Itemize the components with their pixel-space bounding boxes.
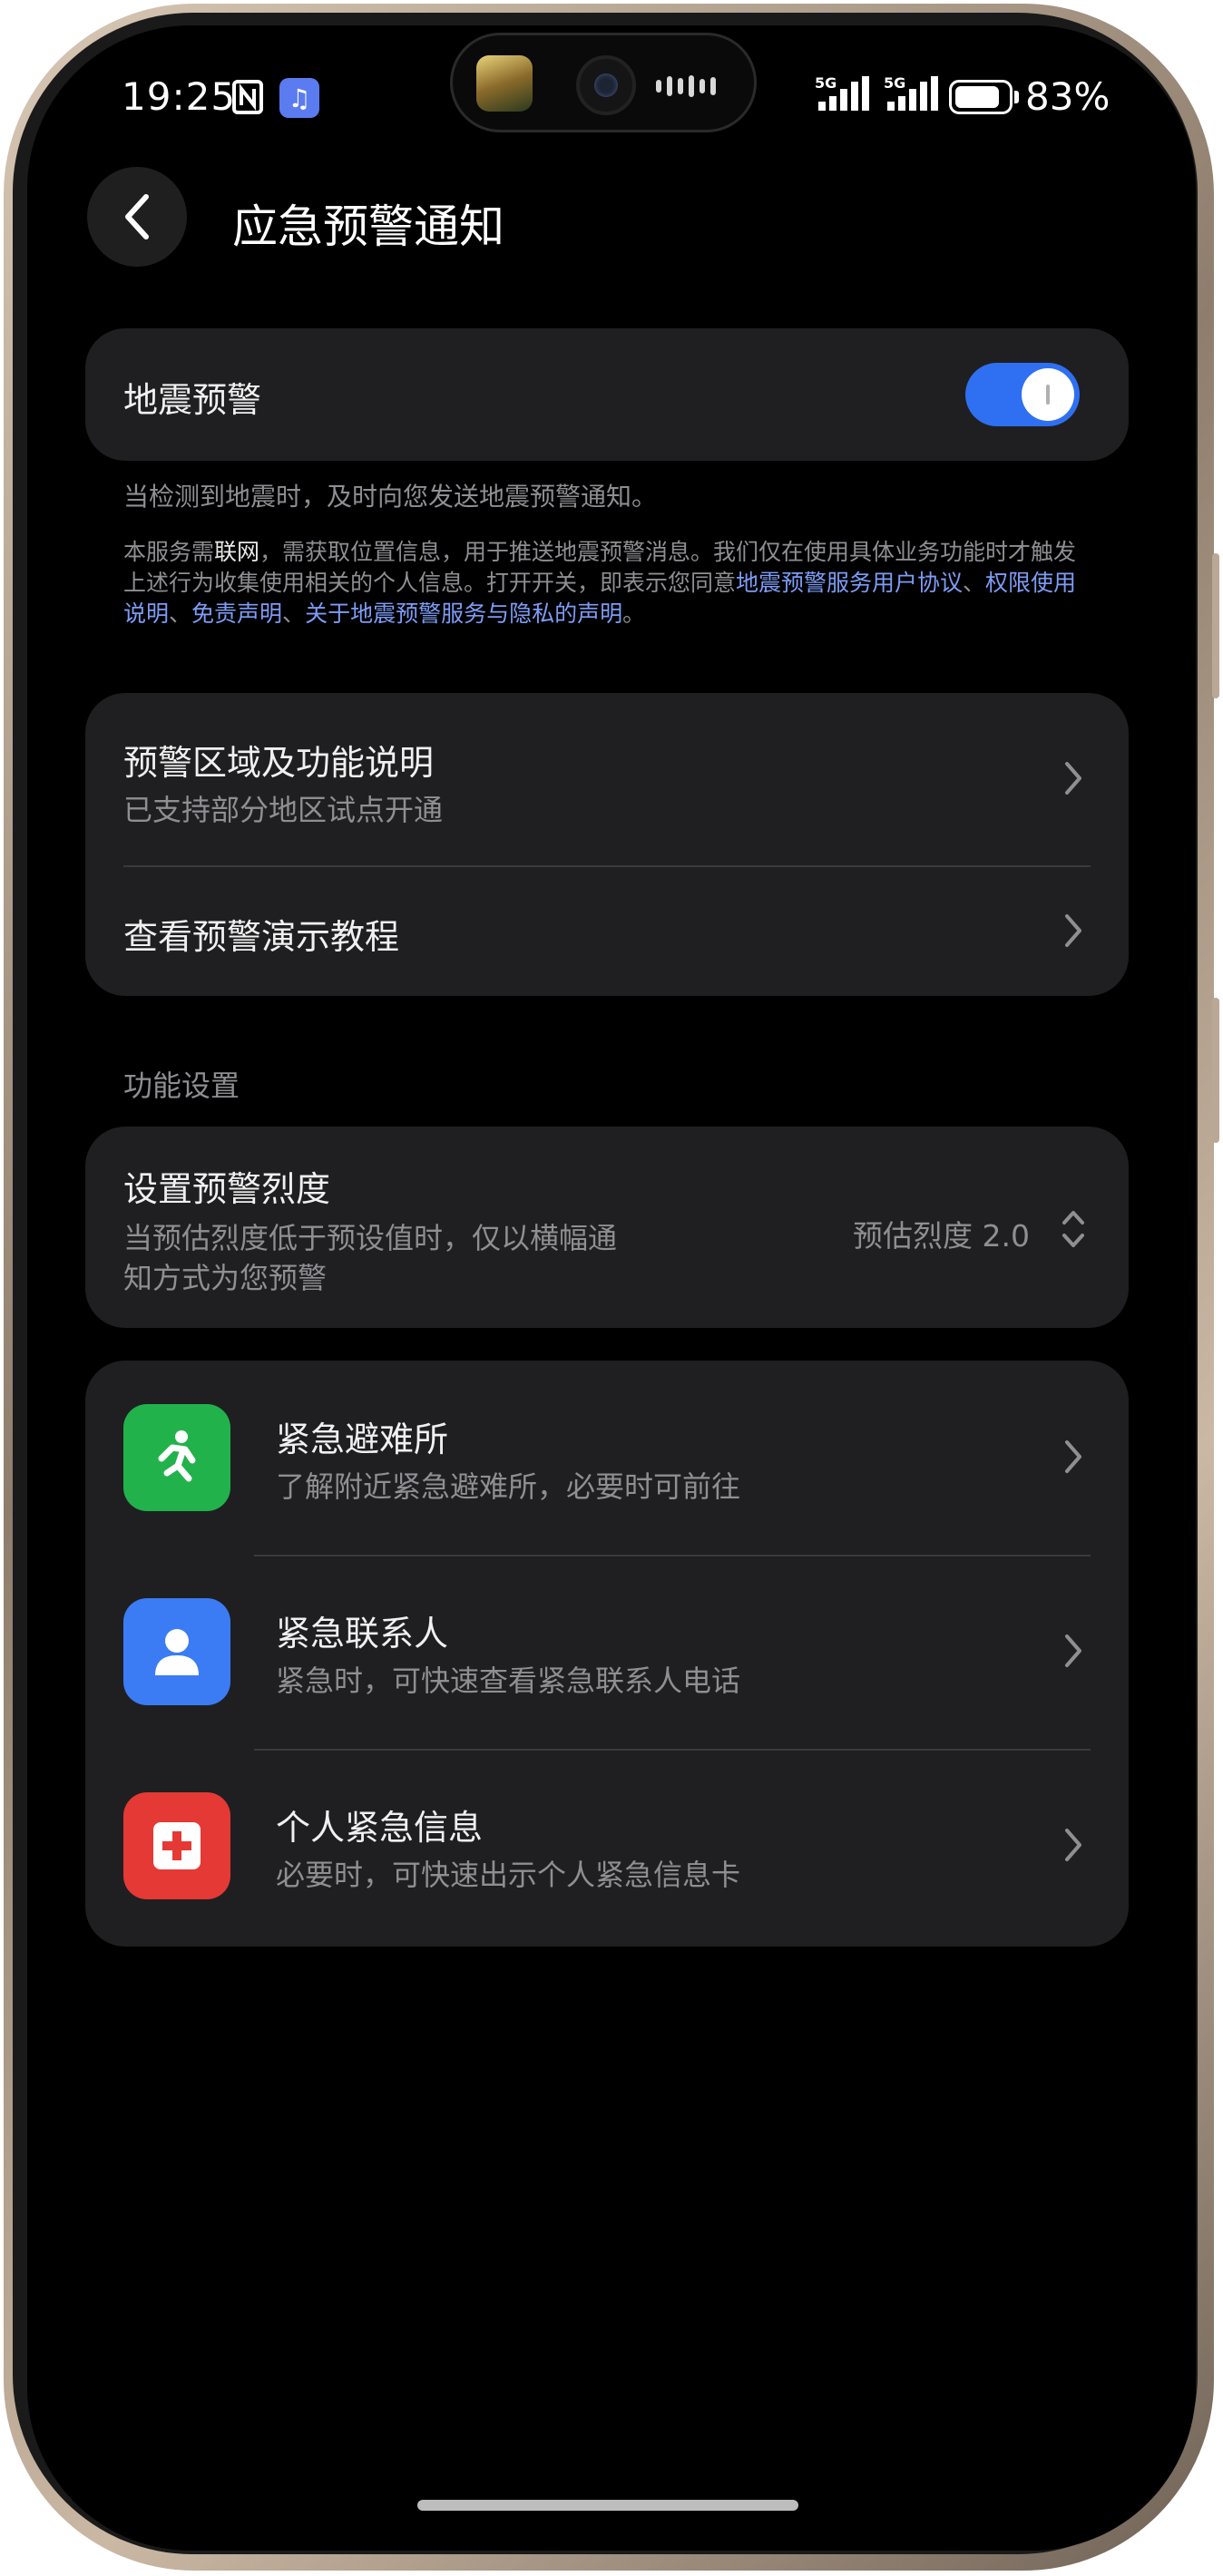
row-subtitle: 了解附近紧急避难所，必要时可前往 <box>276 1469 741 1504</box>
demo-tutorial-row[interactable]: 查看预警演示教程 <box>85 867 1129 996</box>
status-time: 19:25 <box>122 74 237 119</box>
person-icon <box>123 1598 230 1705</box>
volume-down-button <box>1212 998 1219 1143</box>
legal-text: 。 <box>622 600 646 627</box>
row-title: 紧急避难所 <box>276 1420 449 1459</box>
emergency-shelter-row[interactable]: 紧急避难所 了解附近紧急避难所，必要时可前往 <box>85 1361 1129 1555</box>
emergency-contact-row[interactable]: 紧急联系人 紧急时，可快速查看紧急联系人电话 <box>85 1556 1129 1749</box>
battery-tip <box>1014 91 1019 103</box>
row-title: 预警区域及功能说明 <box>123 743 435 783</box>
row-title: 紧急联系人 <box>276 1614 449 1654</box>
earthquake-warning-toggle[interactable] <box>965 363 1080 426</box>
nfc-icon <box>232 80 263 114</box>
medical-cross-icon <box>123 1792 230 1899</box>
intensity-card[interactable]: 设置预警烈度 当预估烈度低于预设值时，仅以横幅通 知方式为您预警 预估烈度 2.… <box>85 1127 1129 1328</box>
audio-wave-icon <box>656 75 716 97</box>
signal-strength-2: 5G <box>884 74 947 114</box>
row-subtitle: 紧急时，可快速查看紧急联系人电话 <box>276 1664 741 1698</box>
chevron-right-icon <box>1065 1634 1081 1667</box>
info-card: 预警区域及功能说明 已支持部分地区试点开通 查看预警演示教程 <box>85 693 1129 996</box>
running-person-icon <box>123 1404 230 1511</box>
signal-strength-1: 5G <box>815 74 878 114</box>
warning-area-row[interactable]: 预警区域及功能说明 已支持部分地区试点开通 <box>85 693 1129 865</box>
intensity-value: 预估烈度 2.0 <box>853 1218 1030 1254</box>
user-agreement-link[interactable]: 地震预警服务用户协议 <box>736 570 963 596</box>
disclaimer-link[interactable]: 免责声明 <box>191 600 282 627</box>
screen: 19:25 ♫ 5G 5G 83% 应急预警通知 地震预警 当检测到地震时，及时… <box>27 25 1196 2551</box>
intensity-subtitle-line2: 知方式为您预警 <box>123 1261 328 1295</box>
home-indicator[interactable] <box>417 2500 798 2511</box>
volume-up-button <box>1212 553 1219 698</box>
row-title: 查看预警演示教程 <box>123 917 400 957</box>
front-camera <box>576 55 636 115</box>
legal-text: 本服务需 <box>123 539 215 565</box>
now-playing-artwork[interactable] <box>476 55 533 112</box>
toggle-knob <box>1022 368 1074 421</box>
network-type-label: 5G <box>884 74 906 92</box>
earthquake-warning-label: 地震预警 <box>123 380 262 420</box>
personal-emergency-info-row[interactable]: 个人紧急信息 必要时，可快速出示个人紧急信息卡 <box>85 1751 1129 1947</box>
emergency-card: 紧急避难所 了解附近紧急避难所，必要时可前往 紧急联系人 紧急时，可快速查看紧急… <box>85 1361 1129 1947</box>
legal-notice: 本服务需联网，需获取位置信息，用于推送地震预警消息。我们仅在使用具体业务功能时才… <box>123 537 1094 629</box>
earthquake-description: 当检测到地震时，及时向您发送地震预警通知。 <box>123 482 658 512</box>
privacy-statement-link[interactable]: 关于地震预警服务与隐私的声明 <box>305 600 622 627</box>
chevron-right-icon <box>1065 914 1081 947</box>
chevron-right-icon <box>1065 1829 1081 1861</box>
page-title: 应急预警通知 <box>232 200 504 253</box>
dynamic-island[interactable] <box>450 33 757 132</box>
row-subtitle: 已支持部分地区试点开通 <box>123 793 444 827</box>
row-title: 个人紧急信息 <box>276 1808 484 1848</box>
intensity-title: 设置预警烈度 <box>123 1169 331 1209</box>
chevron-right-icon <box>1065 762 1081 795</box>
intensity-subtitle-line1: 当预估烈度低于预设值时，仅以横幅通 <box>123 1221 618 1255</box>
chevron-left-icon <box>125 194 149 239</box>
legal-separator: 、 <box>282 600 306 627</box>
legal-separator: 、 <box>963 570 986 596</box>
section-label: 功能设置 <box>123 1068 240 1103</box>
battery-percent: 83% <box>1025 74 1110 119</box>
row-subtitle: 必要时，可快速出示个人紧急信息卡 <box>276 1858 741 1892</box>
chevron-right-icon <box>1065 1440 1081 1473</box>
back-button[interactable] <box>87 167 187 267</box>
battery-icon <box>949 80 1013 114</box>
legal-separator: 、 <box>169 600 192 627</box>
network-type-label: 5G <box>815 74 837 92</box>
network-text: 联网 <box>214 539 260 565</box>
up-down-chevron-icon <box>1062 1211 1084 1247</box>
earthquake-warning-card: 地震预警 <box>85 328 1129 461</box>
music-note-icon: ♫ <box>279 78 319 118</box>
